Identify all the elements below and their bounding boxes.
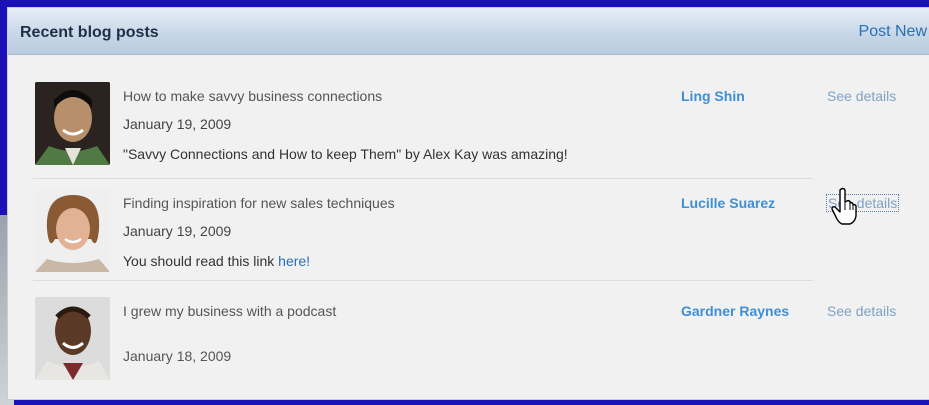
panel-header: Recent blog posts Post New: [8, 8, 929, 55]
post-title[interactable]: How to make savvy business connections: [123, 88, 382, 104]
post-new-link[interactable]: Post New: [859, 23, 927, 41]
blog-post-row: Finding inspiration for new sales techni…: [8, 180, 929, 285]
row-divider: [33, 280, 813, 281]
excerpt-link[interactable]: here!: [278, 253, 310, 269]
post-date: January 19, 2009: [123, 223, 232, 239]
row-divider: [33, 178, 813, 179]
blog-post-row: How to make savvy business connections J…: [8, 73, 929, 178]
post-excerpt-text: You should read this link: [123, 253, 279, 269]
hand-pointer-icon: [830, 186, 860, 226]
author-link[interactable]: Gardner Raynes: [681, 303, 789, 319]
recent-blog-posts-panel: Recent blog posts Post New How to make s…: [7, 7, 929, 400]
post-date: January 19, 2009: [123, 116, 232, 132]
post-title[interactable]: Finding inspiration for new sales techni…: [123, 195, 395, 211]
author-link[interactable]: Lucille Suarez: [681, 195, 775, 211]
post-title[interactable]: I grew my business with a podcast: [123, 303, 336, 319]
author-avatar: [35, 82, 110, 165]
panel-title: Recent blog posts: [20, 24, 159, 41]
author-link[interactable]: Ling Shin: [681, 88, 745, 104]
post-excerpt: "Savvy Connections and How to keep Them"…: [123, 146, 568, 162]
author-avatar: [35, 189, 110, 272]
see-details-link[interactable]: See details: [827, 88, 896, 104]
post-date: January 18, 2009: [123, 348, 232, 364]
post-excerpt: You should read this link here!: [123, 253, 310, 269]
blog-post-row: I grew my business with a podcast Januar…: [8, 288, 929, 388]
see-details-link[interactable]: See details: [827, 303, 896, 319]
author-avatar: [35, 297, 110, 380]
